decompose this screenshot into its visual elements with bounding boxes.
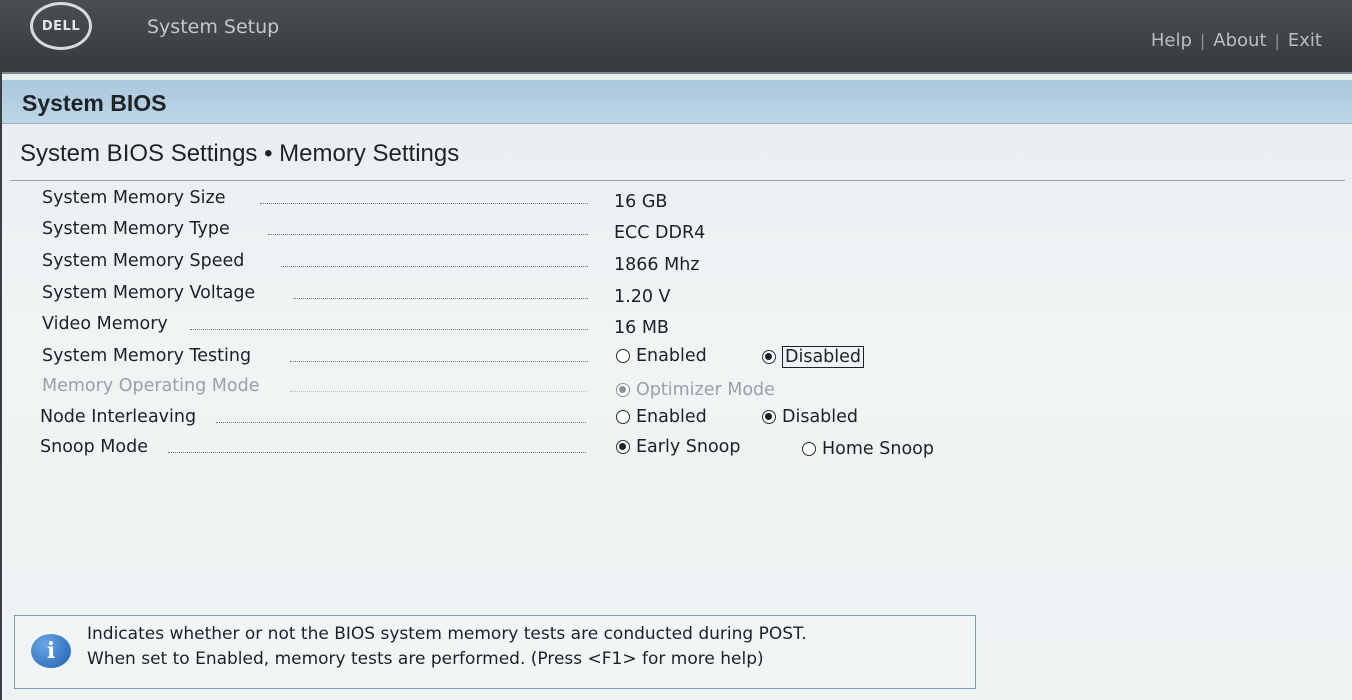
content-panel: System BIOS System BIOS Settings • Memor… <box>2 72 1352 700</box>
setting-row-memory-size: System Memory Size 16 GB <box>2 186 1352 216</box>
setting-row-memory-testing[interactable]: System Memory Testing Enabled Disabled <box>2 344 1352 374</box>
dot-leader <box>290 361 588 362</box>
dot-leader <box>290 391 586 392</box>
setting-label: System Memory Voltage <box>42 283 256 303</box>
radio-unchecked-icon[interactable] <box>616 349 630 363</box>
setting-row-snoop-mode[interactable]: Snoop Mode Early Snoop Home Snoop <box>2 435 1352 465</box>
setting-label: Video Memory <box>42 314 168 334</box>
page-title: System BIOS <box>22 90 167 116</box>
setting-value: 1.20 V <box>614 287 671 307</box>
divider <box>10 180 1345 181</box>
radio-home-snoop[interactable]: Home Snoop <box>802 439 934 459</box>
dot-leader <box>216 422 586 423</box>
dot-leader <box>281 266 588 267</box>
setting-row-memory-voltage: System Memory Voltage 1.20 V <box>2 281 1352 311</box>
setting-row-memory-operating-mode: Memory Operating Mode Optimizer Mode <box>2 374 1352 404</box>
setting-row-video-memory: Video Memory 16 MB <box>2 312 1352 342</box>
radio-checked-icon[interactable] <box>762 350 776 364</box>
exit-link[interactable]: Exit <box>1288 30 1322 51</box>
setting-row-memory-speed: System Memory Speed 1866 Mhz <box>2 249 1352 279</box>
breadcrumb: System BIOS Settings • Memory Settings <box>20 140 460 167</box>
radio-unchecked-icon[interactable] <box>616 410 630 424</box>
top-bar: DELL System Setup Help | About | Exit <box>0 0 1352 72</box>
setting-value: 16 GB <box>614 192 668 212</box>
setting-label: Memory Operating Mode <box>42 376 260 396</box>
radio-optimizer-mode: Optimizer Mode <box>616 380 775 400</box>
radio-enabled[interactable]: Enabled <box>616 346 707 366</box>
setting-label: Node Interleaving <box>40 407 197 427</box>
setting-label: System Memory Type <box>42 219 230 239</box>
focused-option: Disabled <box>782 346 865 368</box>
dell-logo: DELL <box>30 2 92 50</box>
header-band: System BIOS <box>2 80 1352 124</box>
info-icon: i <box>31 634 71 668</box>
setting-value: 1866 Mhz <box>614 255 700 275</box>
radio-early-snoop[interactable]: Early Snoop <box>616 437 740 457</box>
help-link[interactable]: Help <box>1151 30 1192 51</box>
setting-row-node-interleaving[interactable]: Node Interleaving Enabled Disabled <box>2 405 1352 435</box>
setting-row-memory-type: System Memory Type ECC DDR4 <box>2 217 1352 247</box>
setting-label: System Memory Testing <box>42 346 252 366</box>
radio-checked-icon[interactable] <box>762 410 776 424</box>
help-box: i Indicates whether or not the BIOS syst… <box>14 615 976 689</box>
top-links: Help | About | Exit <box>1151 30 1322 51</box>
radio-unchecked-icon[interactable] <box>802 442 816 456</box>
help-line-2: When set to Enabled, memory tests are pe… <box>87 649 764 669</box>
setting-label: System Memory Size <box>42 188 226 208</box>
dot-leader <box>168 452 586 453</box>
radio-enabled[interactable]: Enabled <box>616 407 707 427</box>
dot-leader <box>260 203 588 204</box>
setting-label: System Memory Speed <box>42 251 245 271</box>
link-separator: | <box>1199 31 1206 50</box>
help-line-1: Indicates whether or not the BIOS system… <box>87 624 807 644</box>
setting-value: 16 MB <box>614 318 669 338</box>
radio-disabled[interactable]: Disabled <box>762 407 858 427</box>
dot-leader <box>293 298 588 299</box>
link-separator: | <box>1274 31 1280 50</box>
radio-checked-icon <box>616 383 630 397</box>
radio-disabled[interactable]: Disabled <box>762 346 865 368</box>
help-text: Indicates whether or not the BIOS system… <box>87 622 807 672</box>
setting-value: ECC DDR4 <box>614 223 706 243</box>
about-link[interactable]: About <box>1213 30 1266 51</box>
dot-leader <box>268 234 588 235</box>
setting-label: Snoop Mode <box>40 437 148 457</box>
app-title: System Setup <box>147 16 280 38</box>
radio-checked-icon[interactable] <box>616 440 630 454</box>
dot-leader <box>190 329 588 330</box>
